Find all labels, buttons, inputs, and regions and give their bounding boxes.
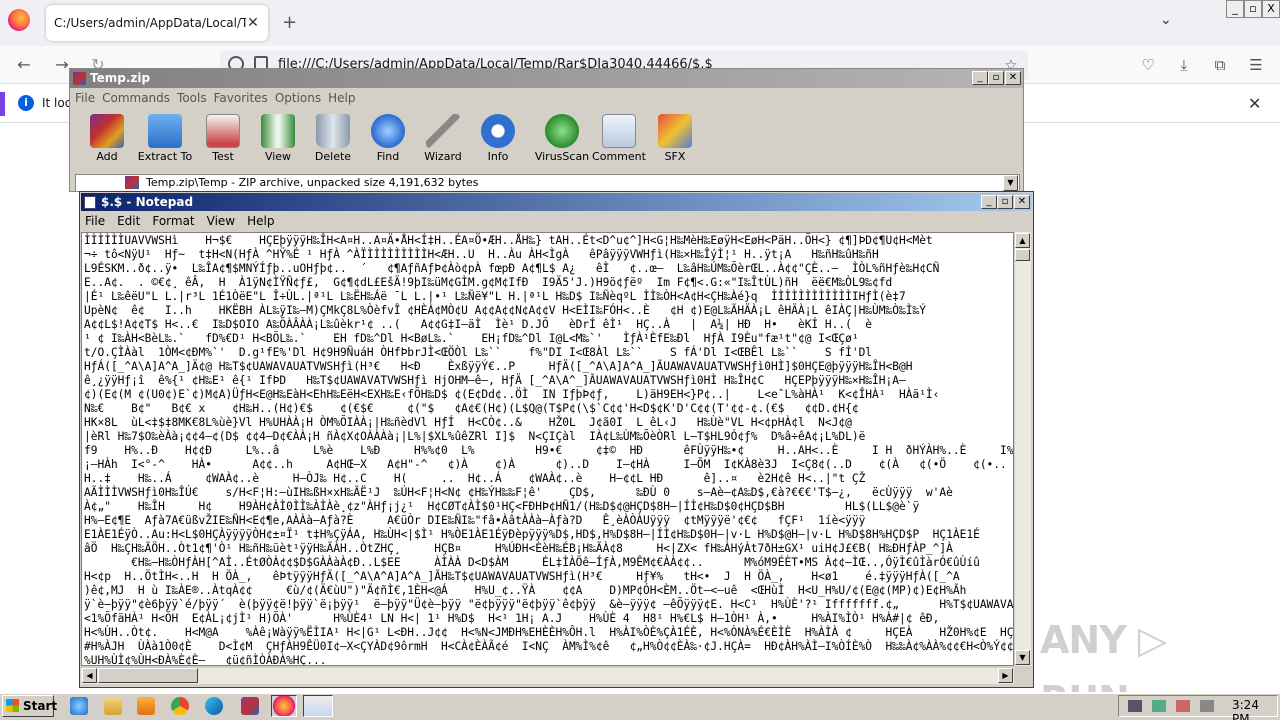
close-tab-icon[interactable]: ✕ [246,15,260,31]
size-grip[interactable] [1014,667,1031,684]
menu-options[interactable]: Options [275,89,328,108]
archive-path-text: Temp.zip\Temp - ZIP archive, unpacked si… [146,176,479,189]
chrome-icon[interactable] [171,697,189,715]
virus-icon [545,114,579,148]
view-button[interactable]: View [248,110,308,163]
book-icon [261,114,295,148]
sfx-button[interactable]: SFX [645,110,705,163]
add-archive-icon [90,114,124,148]
horizontal-scrollbar[interactable] [81,667,1014,684]
clock-time: 3:24 PM [1232,698,1259,720]
network-icon[interactable] [1152,700,1166,712]
info-button[interactable]: Info [468,110,528,163]
info-icon [481,114,515,148]
np-menu-format[interactable]: Format [152,212,206,230]
menu-icon[interactable]: ☰ [1245,54,1267,76]
firefox-window-controls: _ ▫ X [1226,0,1280,18]
notepad-close-button[interactable]: ✕ [1014,195,1030,209]
close-button[interactable]: X [1262,0,1280,18]
notepad-maximize-button[interactable]: ▫ [997,195,1013,209]
firefox-taskbar-icon[interactable] [271,695,297,717]
menu-tools[interactable]: Tools [177,89,214,108]
comment-icon [602,114,636,148]
back-arrow-icon[interactable]: ← [12,54,36,76]
notepad-menubar: File Edit Format View Help [81,212,1032,230]
watermark-logo-icon: ANY ▷ RUN [1040,618,1167,720]
download-icon[interactable]: ⤓ [1173,54,1195,76]
np-menu-view[interactable]: View [207,212,247,230]
archive-icon [125,176,139,189]
winrar-close-button[interactable]: ✕ [1005,71,1021,85]
scroll-up-icon[interactable]: ▲ [1015,233,1030,248]
np-menu-edit[interactable]: Edit [117,212,152,230]
menu-favorites[interactable]: Favorites [214,89,275,108]
comment-button[interactable]: Comment [589,110,649,163]
clock[interactable]: 3:24 PM [1232,698,1280,720]
notepad-text-area[interactable]: ÌÌÌÌÌÌUAVVWSHì H¬$€ HÇEþÿÿÿH‰ÎH<A¤H..A¤Ä… [81,232,1014,666]
maximize-button[interactable]: ▫ [1244,0,1262,18]
info-icon: i [18,95,34,111]
sfx-box-icon [658,114,692,148]
horizontal-scroll-thumb[interactable] [98,668,198,683]
pocket-icon[interactable]: ♡ [1137,54,1159,76]
new-tab-button[interactable]: + [282,12,297,33]
winrar-app-icon [73,72,86,85]
notepad-minimize-button[interactable]: _ [981,195,997,209]
trash-icon [316,114,350,148]
winrar-taskbar-icon[interactable] [241,697,259,715]
taskbar [0,692,1280,720]
winrar-minimize-button[interactable]: _ [972,71,988,85]
notification-accent [0,92,5,116]
menu-file[interactable]: File [75,89,102,108]
add-button[interactable]: Add [77,110,137,163]
address-dropdown-icon[interactable]: ▼ [1003,175,1018,191]
vertical-scrollbar[interactable] [1014,232,1031,666]
firefox-logo-icon[interactable] [8,9,30,31]
vertical-scroll-thumb[interactable] [1015,249,1030,261]
notepad-title: $.$ - Notepad [81,193,1032,211]
find-button[interactable]: Find [358,110,418,163]
delete-button[interactable]: Delete [303,110,363,163]
scroll-down-icon[interactable]: ▼ [1015,650,1030,665]
wand-icon [426,114,460,148]
minimize-button[interactable]: _ [1226,0,1244,18]
np-menu-help[interactable]: Help [247,212,286,230]
edge-icon[interactable] [205,697,223,715]
extensions-icon[interactable]: ⧉ [1209,54,1231,76]
np-menu-file[interactable]: File [85,212,117,230]
magnifier-icon [371,114,405,148]
menu-help[interactable]: Help [328,89,362,108]
winrar-toolbar: Add Extract To Test View Delete Find Wiz… [70,110,1023,174]
tray-app-icon[interactable] [1200,700,1214,712]
windows-logo-icon [6,699,19,712]
security-icon[interactable] [1176,700,1190,712]
notification-text: It loo [42,96,73,110]
test-button[interactable]: Test [193,110,253,163]
winrar-title: Temp.zip [70,69,1023,88]
notepad-app-icon [84,196,96,209]
wizard-button[interactable]: Wizard [413,110,473,163]
scroll-right-icon[interactable]: ▶ [998,668,1013,683]
extract-to-button[interactable]: Extract To [135,110,195,163]
close-notification-icon[interactable]: ✕ [1248,94,1261,113]
winrar-menubar: File Commands Tools Favorites Options He… [70,89,1023,108]
archive-path-field[interactable]: Temp.zip\Temp - ZIP archive, unpacked si… [75,174,1020,192]
browser-tab[interactable]: C:/Users/admin/AppData/Local/Temp/Ra ✕ [46,5,268,41]
test-clipboard-icon [206,114,240,148]
notepad-taskbar-icon[interactable] [303,695,333,717]
volume-icon[interactable] [1128,700,1142,712]
folder-icon [148,114,182,148]
scroll-left-icon[interactable]: ◀ [82,668,97,683]
ie-icon[interactable] [70,697,88,715]
explorer-folder-icon[interactable] [104,697,122,715]
virusscan-button[interactable]: VirusScan [532,110,592,163]
tab-title: C:/Users/admin/AppData/Local/Temp/Ra [54,16,246,30]
chevron-down-icon[interactable]: ⌄ [1160,12,1172,28]
menu-commands[interactable]: Commands [102,89,177,108]
media-player-icon[interactable] [137,697,155,715]
winrar-maximize-button[interactable]: ▫ [988,71,1004,85]
